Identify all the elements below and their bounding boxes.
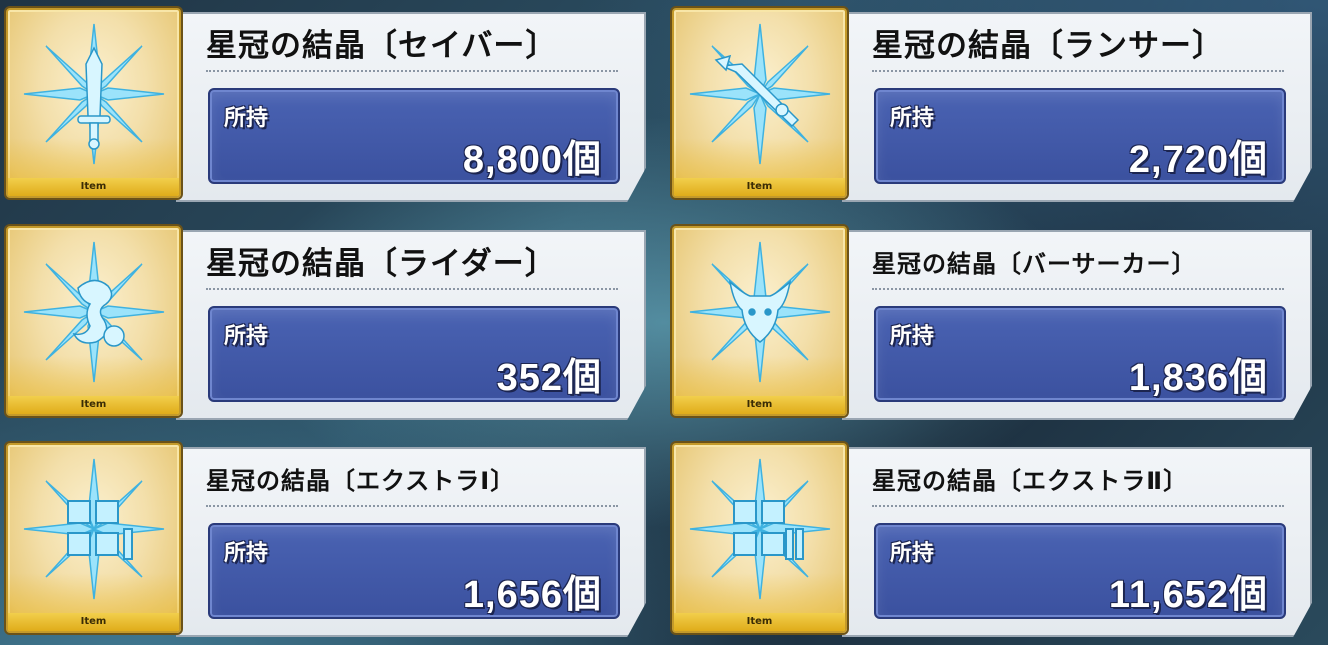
item-card-rider[interactable]: Item 星冠の結晶〔ライダー〕 所持 352個 <box>0 218 646 420</box>
owned-count-box: 所持 352個 <box>208 306 620 402</box>
owned-count-box: 所持 11,652個 <box>874 523 1286 619</box>
owned-label: 所持 <box>224 106 269 131</box>
extra-1-crystal-icon <box>23 458 165 600</box>
divider <box>872 288 1284 290</box>
owned-label: 所持 <box>224 541 269 566</box>
owned-label: 所持 <box>890 541 935 566</box>
item-type-label: Item <box>8 396 179 414</box>
owned-label: 所持 <box>224 324 269 349</box>
item-card-saber[interactable]: Item 星冠の結晶〔セイバー〕 所持 8,800個 <box>0 0 646 202</box>
rider-crystal-icon <box>23 241 165 383</box>
item-name: 星冠の結晶〔エクストラⅡ〕 <box>872 467 1189 495</box>
item-name: 星冠の結晶〔ライダー〕 <box>206 246 557 282</box>
owned-count-box: 所持 1,656個 <box>208 523 620 619</box>
item-card-extra-2[interactable]: Item 星冠の結晶〔エクストラⅡ〕 所持 11,652個 <box>666 435 1312 637</box>
owned-count: 8,800個 <box>462 139 602 181</box>
divider <box>872 505 1284 507</box>
item-name: 星冠の結晶〔エクストラⅠ〕 <box>206 467 516 495</box>
item-type-label: Item <box>674 178 845 196</box>
extra-2-crystal-icon <box>689 458 831 600</box>
item-icon-frame: Item <box>672 8 847 198</box>
item-type-label: Item <box>8 613 179 631</box>
owned-label: 所持 <box>890 324 935 349</box>
owned-count: 352個 <box>496 357 602 399</box>
item-name: 星冠の結晶〔セイバー〕 <box>206 28 558 64</box>
owned-count: 1,836個 <box>1128 357 1268 399</box>
divider <box>206 288 618 290</box>
owned-count: 11,652個 <box>1108 574 1268 616</box>
lancer-crystal-icon <box>689 23 831 165</box>
owned-count-box: 所持 1,836個 <box>874 306 1286 402</box>
owned-count-box: 所持 2,720個 <box>874 88 1286 184</box>
item-icon-frame: Item <box>6 226 181 416</box>
divider <box>206 70 618 72</box>
divider <box>206 505 618 507</box>
item-icon-frame: Item <box>6 443 181 633</box>
berserker-crystal-icon <box>689 241 831 383</box>
item-card-berserker[interactable]: Item 星冠の結晶〔バーサーカー〕 所持 1,836個 <box>666 218 1312 420</box>
saber-crystal-icon <box>23 23 165 165</box>
item-type-label: Item <box>674 396 845 414</box>
item-type-label: Item <box>674 613 845 631</box>
divider <box>872 70 1284 72</box>
item-name: 星冠の結晶〔バーサーカー〕 <box>872 250 1197 278</box>
item-type-label: Item <box>8 178 179 196</box>
item-icon-frame: Item <box>6 8 181 198</box>
owned-count: 1,656個 <box>462 574 602 616</box>
owned-count-box: 所持 8,800個 <box>208 88 620 184</box>
item-icon-frame: Item <box>672 226 847 416</box>
owned-count: 2,720個 <box>1128 139 1268 181</box>
item-name: 星冠の結晶〔ランサー〕 <box>872 28 1224 64</box>
item-card-lancer[interactable]: Item 星冠の結晶〔ランサー〕 所持 2,720個 <box>666 0 1312 202</box>
item-card-extra-1[interactable]: Item 星冠の結晶〔エクストラⅠ〕 所持 1,656個 <box>0 435 646 637</box>
owned-label: 所持 <box>890 106 935 131</box>
item-icon-frame: Item <box>672 443 847 633</box>
